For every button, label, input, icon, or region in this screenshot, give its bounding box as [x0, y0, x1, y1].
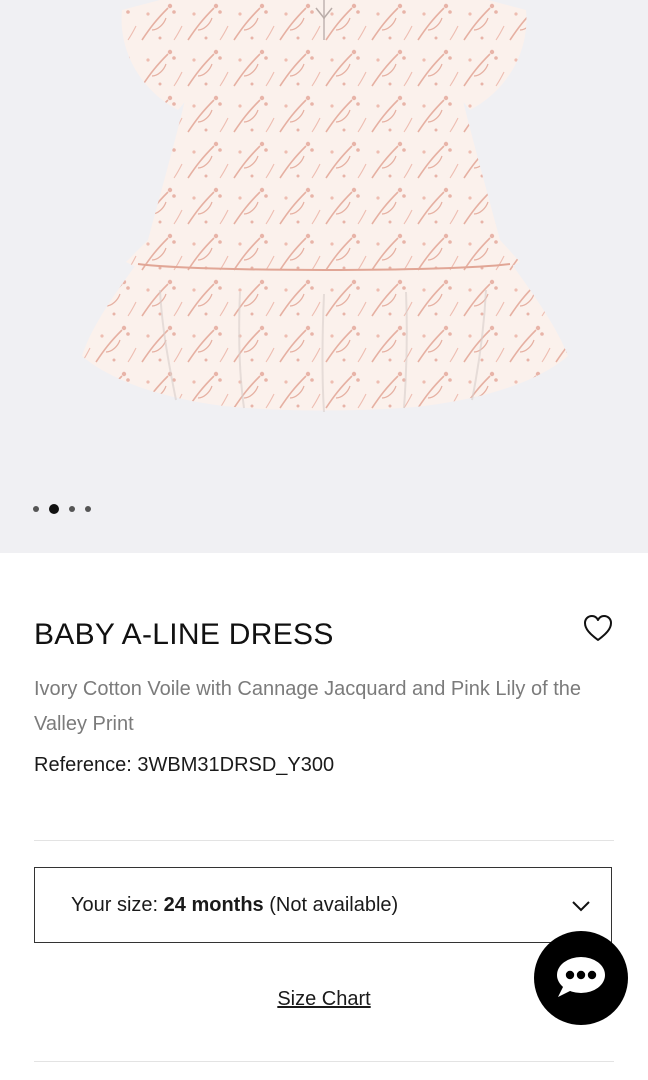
product-title: BABY A-LINE DRESS	[34, 618, 334, 651]
gallery-dot[interactable]	[85, 506, 91, 512]
divider	[34, 1061, 614, 1062]
chat-bubble-icon	[557, 957, 605, 997]
size-selector-text: Your size: 24 months (Not available)	[71, 894, 398, 917]
heart-icon[interactable]	[582, 613, 614, 643]
gallery-dot-active[interactable]	[49, 504, 59, 514]
size-chart-link[interactable]: Size Chart	[277, 988, 370, 1010]
product-description: Ivory Cotton Voile with Cannage Jacquard…	[34, 678, 581, 735]
size-status: (Not available)	[263, 893, 399, 916]
size-label: Your size:	[71, 893, 164, 916]
product-image	[82, 0, 568, 413]
gallery-dot[interactable]	[69, 506, 75, 512]
chevron-down-icon	[572, 901, 590, 912]
size-value: 24 months	[163, 893, 264, 916]
divider	[34, 840, 614, 841]
product-image-gallery[interactable]	[0, 0, 648, 553]
chat-button[interactable]	[534, 931, 628, 1025]
size-dropdown[interactable]: Your size: 24 months (Not available)	[34, 867, 612, 943]
product-reference: Reference: 3WBM31DRSD_Y300	[34, 754, 335, 776]
gallery-dot[interactable]	[33, 506, 39, 512]
gallery-pagination	[33, 503, 91, 515]
